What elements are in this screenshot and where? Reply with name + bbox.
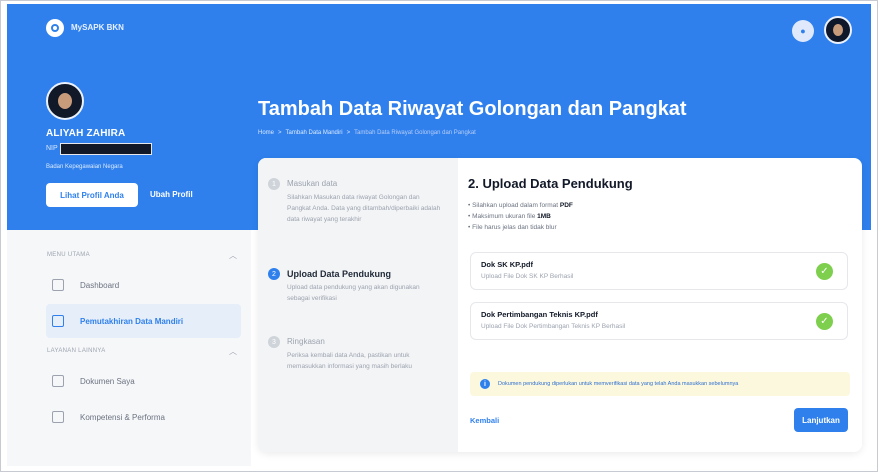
breadcrumb-current: Tambah Data Riwayat Golongan dan Pangkat [354, 130, 476, 136]
uploaded-file-sk[interactable]: Dok SK KP.pdf Upload File Dok SK KP Berh… [470, 252, 848, 290]
breadcrumb: Home > Tambah Data Mandiri > Tambah Data… [258, 130, 476, 136]
file-status: Upload File Dok SK KP Berhasil [481, 273, 574, 280]
chevron-up-icon[interactable]: ︿ [229, 346, 237, 357]
requirements-list: • Silahkan upload dalam format PDF • Mak… [468, 202, 573, 235]
page-title: Tambah Data Riwayat Golongan dan Pangkat [258, 98, 687, 120]
sidebar-item-label: Kompetensi & Performa [80, 412, 165, 422]
data-update-icon [52, 315, 64, 327]
upload-title: 2. Upload Data Pendukung [468, 176, 633, 191]
check-icon: ✓ [816, 263, 833, 280]
breadcrumb-home[interactable]: Home [258, 130, 274, 136]
profile-institution: Badan Kepegawaian Negara [46, 164, 123, 170]
notification-icon[interactable]: ● [792, 20, 814, 42]
requirement-item: • Maksimum ukuran file 1MB [468, 213, 551, 220]
sidebar: MENU UTAMA ︿ Dashboard Pemutakhiran Data… [7, 230, 251, 466]
step-title: Upload Data Pendukung [287, 269, 392, 279]
stepper: 1 Masukan data Silahkan Masukan data riw… [258, 158, 458, 452]
dashboard-icon [52, 279, 64, 291]
step-number: 2 [268, 268, 280, 280]
sidebar-section-label: MENU UTAMA [47, 252, 90, 258]
back-button[interactable]: Kembali [470, 416, 499, 425]
info-banner: i Dokumen pendukung diperlukan untuk mem… [470, 372, 850, 396]
nip-label: NIP [46, 145, 58, 152]
uploaded-file-pertimbangan[interactable]: Dok Pertimbangan Teknis KP.pdf Upload Fi… [470, 302, 848, 340]
sidebar-section-label: LAYANAN LAINNYA [47, 348, 106, 354]
step-description: Periksa kembali data Anda, pastikan untu… [287, 352, 412, 370]
sidebar-item-dashboard[interactable]: Dashboard [46, 268, 241, 302]
sidebar-item-label: Dokumen Saya [80, 376, 135, 386]
profile-name: ALIYAH ZAHIRA [46, 128, 126, 139]
step-description: Silahkan Masukan data riwayat Golongan d… [287, 194, 441, 223]
edit-profile-button[interactable]: Ubah Profil [150, 190, 193, 199]
sidebar-item-label: Dashboard [80, 280, 120, 290]
sidebar-item-kompetensi[interactable]: Kompetensi & Performa [46, 400, 241, 434]
sidebar-item-dokumen[interactable]: Dokumen Saya [46, 364, 241, 398]
profile-avatar [46, 82, 84, 120]
check-icon: ✓ [816, 313, 833, 330]
user-avatar[interactable] [824, 16, 852, 44]
info-icon: i [480, 379, 490, 389]
performance-icon [52, 411, 64, 423]
step-description: Upload data pendukung yang akan digunaka… [287, 284, 420, 302]
breadcrumb-separator: > [278, 130, 282, 136]
upload-content: 2. Upload Data Pendukung • Silahkan uplo… [468, 158, 862, 452]
file-name: Dok Pertimbangan Teknis KP.pdf [481, 310, 598, 319]
file-name: Dok SK KP.pdf [481, 260, 533, 269]
step-number: 1 [268, 178, 280, 190]
file-status: Upload File Dok Pertimbangan Teknis KP B… [481, 323, 626, 330]
form-card: 1 Masukan data Silahkan Masukan data riw… [258, 158, 862, 452]
sidebar-item-pemutakhiran[interactable]: Pemutakhiran Data Mandiri [46, 304, 241, 338]
nip-redacted [60, 143, 152, 155]
requirement-item: • File harus jelas dan tidak blur [468, 224, 557, 231]
requirement-item: • Silahkan upload dalam format PDF [468, 202, 573, 209]
continue-button[interactable]: Lanjutkan [794, 408, 848, 432]
breadcrumb-separator: > [346, 130, 351, 136]
document-icon [52, 375, 64, 387]
step-title: Ringkasan [287, 337, 325, 346]
step-title: Masukan data [287, 179, 338, 188]
breadcrumb-data-mandiri[interactable]: Tambah Data Mandiri [286, 130, 343, 136]
sidebar-item-label: Pemutakhiran Data Mandiri [80, 316, 184, 326]
app-title: MySAPK BKN [71, 23, 124, 32]
chevron-up-icon[interactable]: ︿ [229, 250, 237, 261]
info-text: Dokumen pendukung diperlukan untuk memve… [498, 381, 739, 387]
step-number: 3 [268, 336, 280, 348]
app-logo-icon[interactable] [46, 19, 64, 37]
view-profile-button[interactable]: Lihat Profil Anda [46, 183, 138, 207]
